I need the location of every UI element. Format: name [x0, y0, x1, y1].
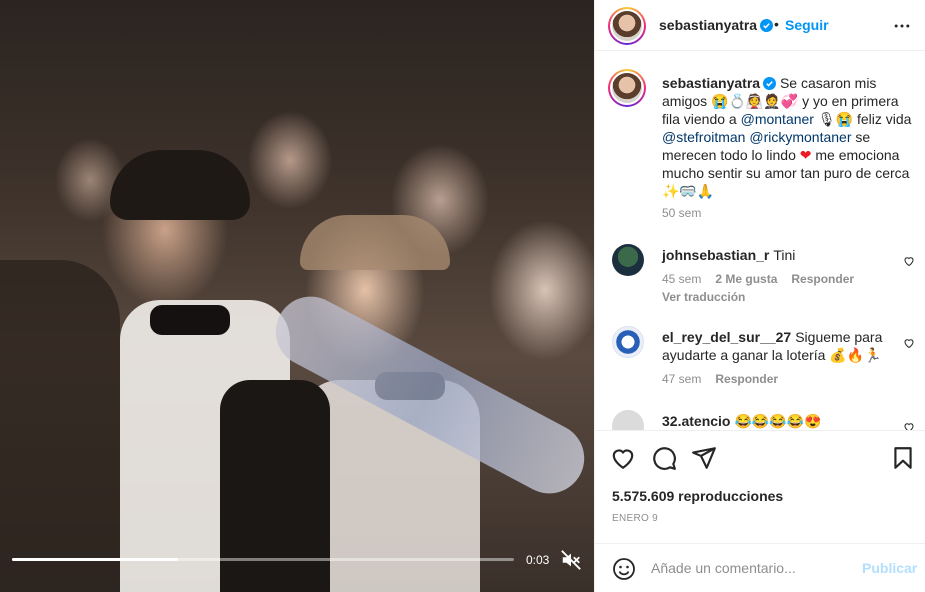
commenter-avatar[interactable] — [612, 244, 644, 276]
verified-badge-icon — [760, 19, 774, 32]
commenter-username[interactable]: el_rey_del_sur__27 — [662, 329, 791, 345]
reel-video[interactable]: 0:03 — [0, 0, 594, 592]
comment-meta: 45 sem 2 Me gusta Responder — [662, 272, 868, 286]
comment-text: el_rey_del_sur__27 Sigueme para ayudarte … — [662, 328, 894, 364]
comment-likes[interactable]: 2 Me gusta — [715, 272, 777, 286]
comment-text: 32.atencio 😂😂😂😂😍 — [662, 412, 894, 430]
comments-section[interactable]: sebastianyatra Se casaron mis amigos 😭💍👰… — [595, 52, 925, 430]
post-date[interactable]: ENERO 9 — [612, 513, 658, 524]
comment-composer: Publicar — [595, 543, 925, 592]
comment-timestamp[interactable]: 47 sem — [662, 372, 701, 386]
commenter-username[interactable]: johnsebastian_r — [662, 247, 769, 263]
share-paper-plane-icon[interactable] — [691, 445, 717, 471]
caption-timestamp[interactable]: 50 sem — [662, 206, 701, 220]
post-actions: 5.575.609 reproducciones ENERO 9 — [595, 430, 925, 554]
video-controls: 0:03 — [0, 542, 594, 592]
comment-text: johnsebastian_r Tini — [662, 246, 894, 264]
video-progress-bar[interactable] — [12, 558, 514, 561]
commenter-avatar[interactable] — [612, 410, 644, 430]
caption-avatar[interactable] — [608, 69, 646, 107]
heart-icon[interactable] — [903, 337, 915, 349]
mention-link[interactable]: @montaner — [741, 111, 814, 127]
video-progress-fill — [12, 558, 178, 561]
video-frame-bowtie-left — [150, 305, 230, 335]
reply-button[interactable]: Responder — [791, 272, 854, 286]
comment-body: 😂😂😂😂😍 — [734, 413, 822, 429]
see-translation-link[interactable]: Ver traducción — [662, 290, 745, 304]
publish-button[interactable]: Publicar — [862, 560, 917, 576]
commenter-avatar[interactable] — [612, 326, 644, 358]
heart-icon[interactable] — [903, 421, 915, 430]
comment-bubble-icon[interactable] — [651, 445, 677, 471]
comment-body: Tini — [773, 247, 796, 263]
video-frame-hair-left — [110, 150, 250, 220]
post-panel: sebastianyatra • Seguir sebastianyatra S… — [594, 0, 925, 592]
caption-text: sebastianyatra Se casaron mis amigos 😭💍👰… — [662, 74, 912, 200]
author-avatar[interactable] — [608, 7, 646, 45]
emoji-smiley-icon[interactable] — [612, 557, 636, 581]
commenter-username[interactable]: 32.atencio — [662, 413, 730, 429]
caption-username[interactable]: sebastianyatra — [662, 75, 760, 91]
author-username[interactable]: sebastianyatra — [659, 17, 774, 33]
post-header: sebastianyatra • Seguir — [595, 0, 925, 51]
reply-button[interactable]: Responder — [715, 372, 778, 386]
like-heart-icon[interactable] — [610, 445, 636, 471]
video-frame-hair-right — [300, 215, 450, 270]
more-options-icon[interactable] — [892, 16, 912, 36]
video-time: 0:03 — [526, 553, 550, 567]
comment-input[interactable] — [651, 556, 851, 580]
header-separator: • — [774, 16, 779, 32]
red-heart-emoji: ❤ — [799, 147, 812, 163]
mention-link[interactable]: @rickymontaner — [749, 129, 851, 145]
verified-badge-icon — [763, 77, 777, 90]
comment-timestamp[interactable]: 45 sem — [662, 272, 701, 286]
save-bookmark-icon[interactable] — [890, 445, 916, 471]
heart-icon[interactable] — [903, 255, 915, 267]
mention-link[interactable]: @stefroitman — [662, 129, 745, 145]
follow-button[interactable]: Seguir — [785, 17, 829, 33]
view-count: 5.575.609 reproducciones — [612, 488, 784, 504]
comment-meta: 47 sem Responder — [662, 372, 792, 386]
muted-speaker-icon[interactable] — [560, 549, 582, 571]
caption-part: 🎙😭 feliz vida — [813, 111, 912, 127]
